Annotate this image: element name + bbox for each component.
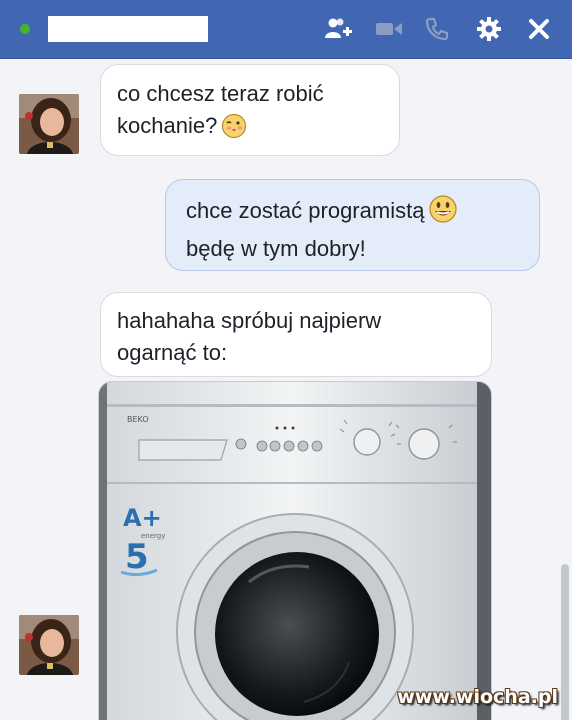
kiss-emoji-icon — [221, 113, 247, 148]
scrollbar[interactable] — [561, 564, 569, 720]
message-text: co chcesz teraz robić — [117, 81, 324, 106]
avatar[interactable] — [19, 615, 79, 675]
energy-class-label: A+ — [123, 504, 162, 532]
video-call-icon[interactable] — [372, 14, 406, 44]
message-text: będę w tym dobry! — [186, 236, 366, 261]
message-text: ogarnąć to: — [117, 340, 228, 365]
online-status-indicator — [20, 24, 30, 34]
capacity-label: 5 — [125, 537, 149, 577]
message-text: chce zostać programistą — [186, 198, 425, 223]
message-text: kochanie? — [117, 113, 218, 138]
brand-label: BEKO — [127, 415, 149, 424]
smile-emoji-icon — [428, 194, 458, 233]
avatar[interactable] — [19, 94, 79, 154]
message-bubble-outgoing[interactable]: chce zostać programistą będę w tym dobry… — [165, 179, 540, 271]
close-icon[interactable] — [522, 14, 556, 44]
watermark: www.wiocha.pl — [397, 686, 558, 708]
phone-icon[interactable] — [420, 14, 454, 44]
message-text: hahahaha spróbuj najpierw — [117, 308, 382, 333]
message-bubble-incoming[interactable]: hahahaha spróbuj najpierw ogarnąć to: — [100, 292, 492, 377]
message-bubble-incoming[interactable]: co chcesz teraz robić kochanie? — [100, 64, 400, 156]
washing-machine-photo[interactable]: BEKO A+ energy 5 — [98, 381, 492, 720]
message-thread[interactable]: co chcesz teraz robić kochanie? chce zos… — [0, 59, 572, 720]
contact-name-redacted[interactable] — [48, 16, 208, 42]
gear-icon[interactable] — [472, 14, 506, 44]
add-friend-icon[interactable] — [322, 14, 356, 44]
chat-header — [0, 0, 572, 59]
